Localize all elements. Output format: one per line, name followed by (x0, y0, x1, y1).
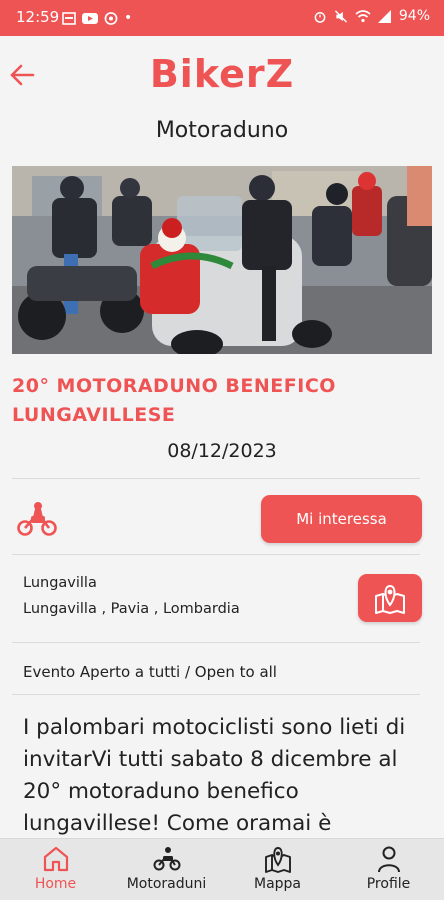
map-location-icon (375, 584, 405, 614)
nav-home-label: Home (34, 876, 77, 892)
status-time: 12:59 (16, 8, 60, 26)
bottom-navigation: Home Motoraduni Mappa Profile (0, 838, 444, 900)
page-title: Motoraduno (155, 118, 289, 143)
status-bar: 12:59 • 94% (0, 0, 444, 36)
youtube-icon (82, 12, 98, 24)
nav-profile[interactable]: Profile (333, 845, 444, 892)
nav-profile-label: Profile (366, 876, 411, 892)
map-icon (264, 847, 291, 873)
event-description: I palombari motociclisti sono lieti di i… (23, 715, 406, 836)
event-date: 08/12/2023 (167, 440, 277, 462)
nav-mappa-label: Mappa (253, 876, 301, 892)
status-right-icons: 94% (313, 8, 430, 24)
open-map-button[interactable] (358, 574, 422, 622)
interest-button[interactable]: Mi interessa (261, 495, 422, 543)
battery-level: 94% (398, 8, 430, 24)
motorbike-icon (17, 502, 57, 536)
calendar-icon (62, 11, 76, 25)
event-title-line2: LUNGAVILLESE (12, 404, 176, 426)
divider (12, 694, 420, 695)
wifi-icon (355, 9, 371, 22)
nav-home[interactable]: Home (0, 845, 111, 892)
event-title-line1: 20° MOTORADUNO BENEFICO (12, 375, 336, 397)
location-name: Lungavilla (23, 575, 97, 591)
event-photo (12, 166, 432, 354)
notification-dot: • (124, 10, 133, 26)
alarm-icon (314, 11, 326, 23)
app-logo: BikerZ (149, 52, 295, 96)
nav-motoraduni-label: Motoraduni (126, 876, 207, 892)
nav-motoraduni[interactable]: Motoraduni (111, 845, 222, 892)
status-left-icons: • (62, 10, 132, 26)
divider (12, 478, 420, 479)
profile-icon (377, 846, 400, 873)
nav-mappa[interactable]: Mappa (222, 845, 333, 892)
home-icon (43, 846, 68, 872)
signal-icon (377, 9, 391, 23)
access-info: Evento Aperto a tutti / Open to all (23, 663, 277, 681)
divider (12, 554, 420, 555)
event-title: 20° MOTORADUNO BENEFICO LUNGAVILLESE (12, 372, 432, 430)
location-detail: Lungavilla , Pavia , Lombardia (23, 601, 240, 617)
motorbike-icon (153, 847, 180, 871)
app-bar: BikerZ (0, 36, 444, 116)
chrome-icon (104, 11, 118, 25)
divider (12, 642, 420, 643)
mute-icon (334, 9, 347, 23)
